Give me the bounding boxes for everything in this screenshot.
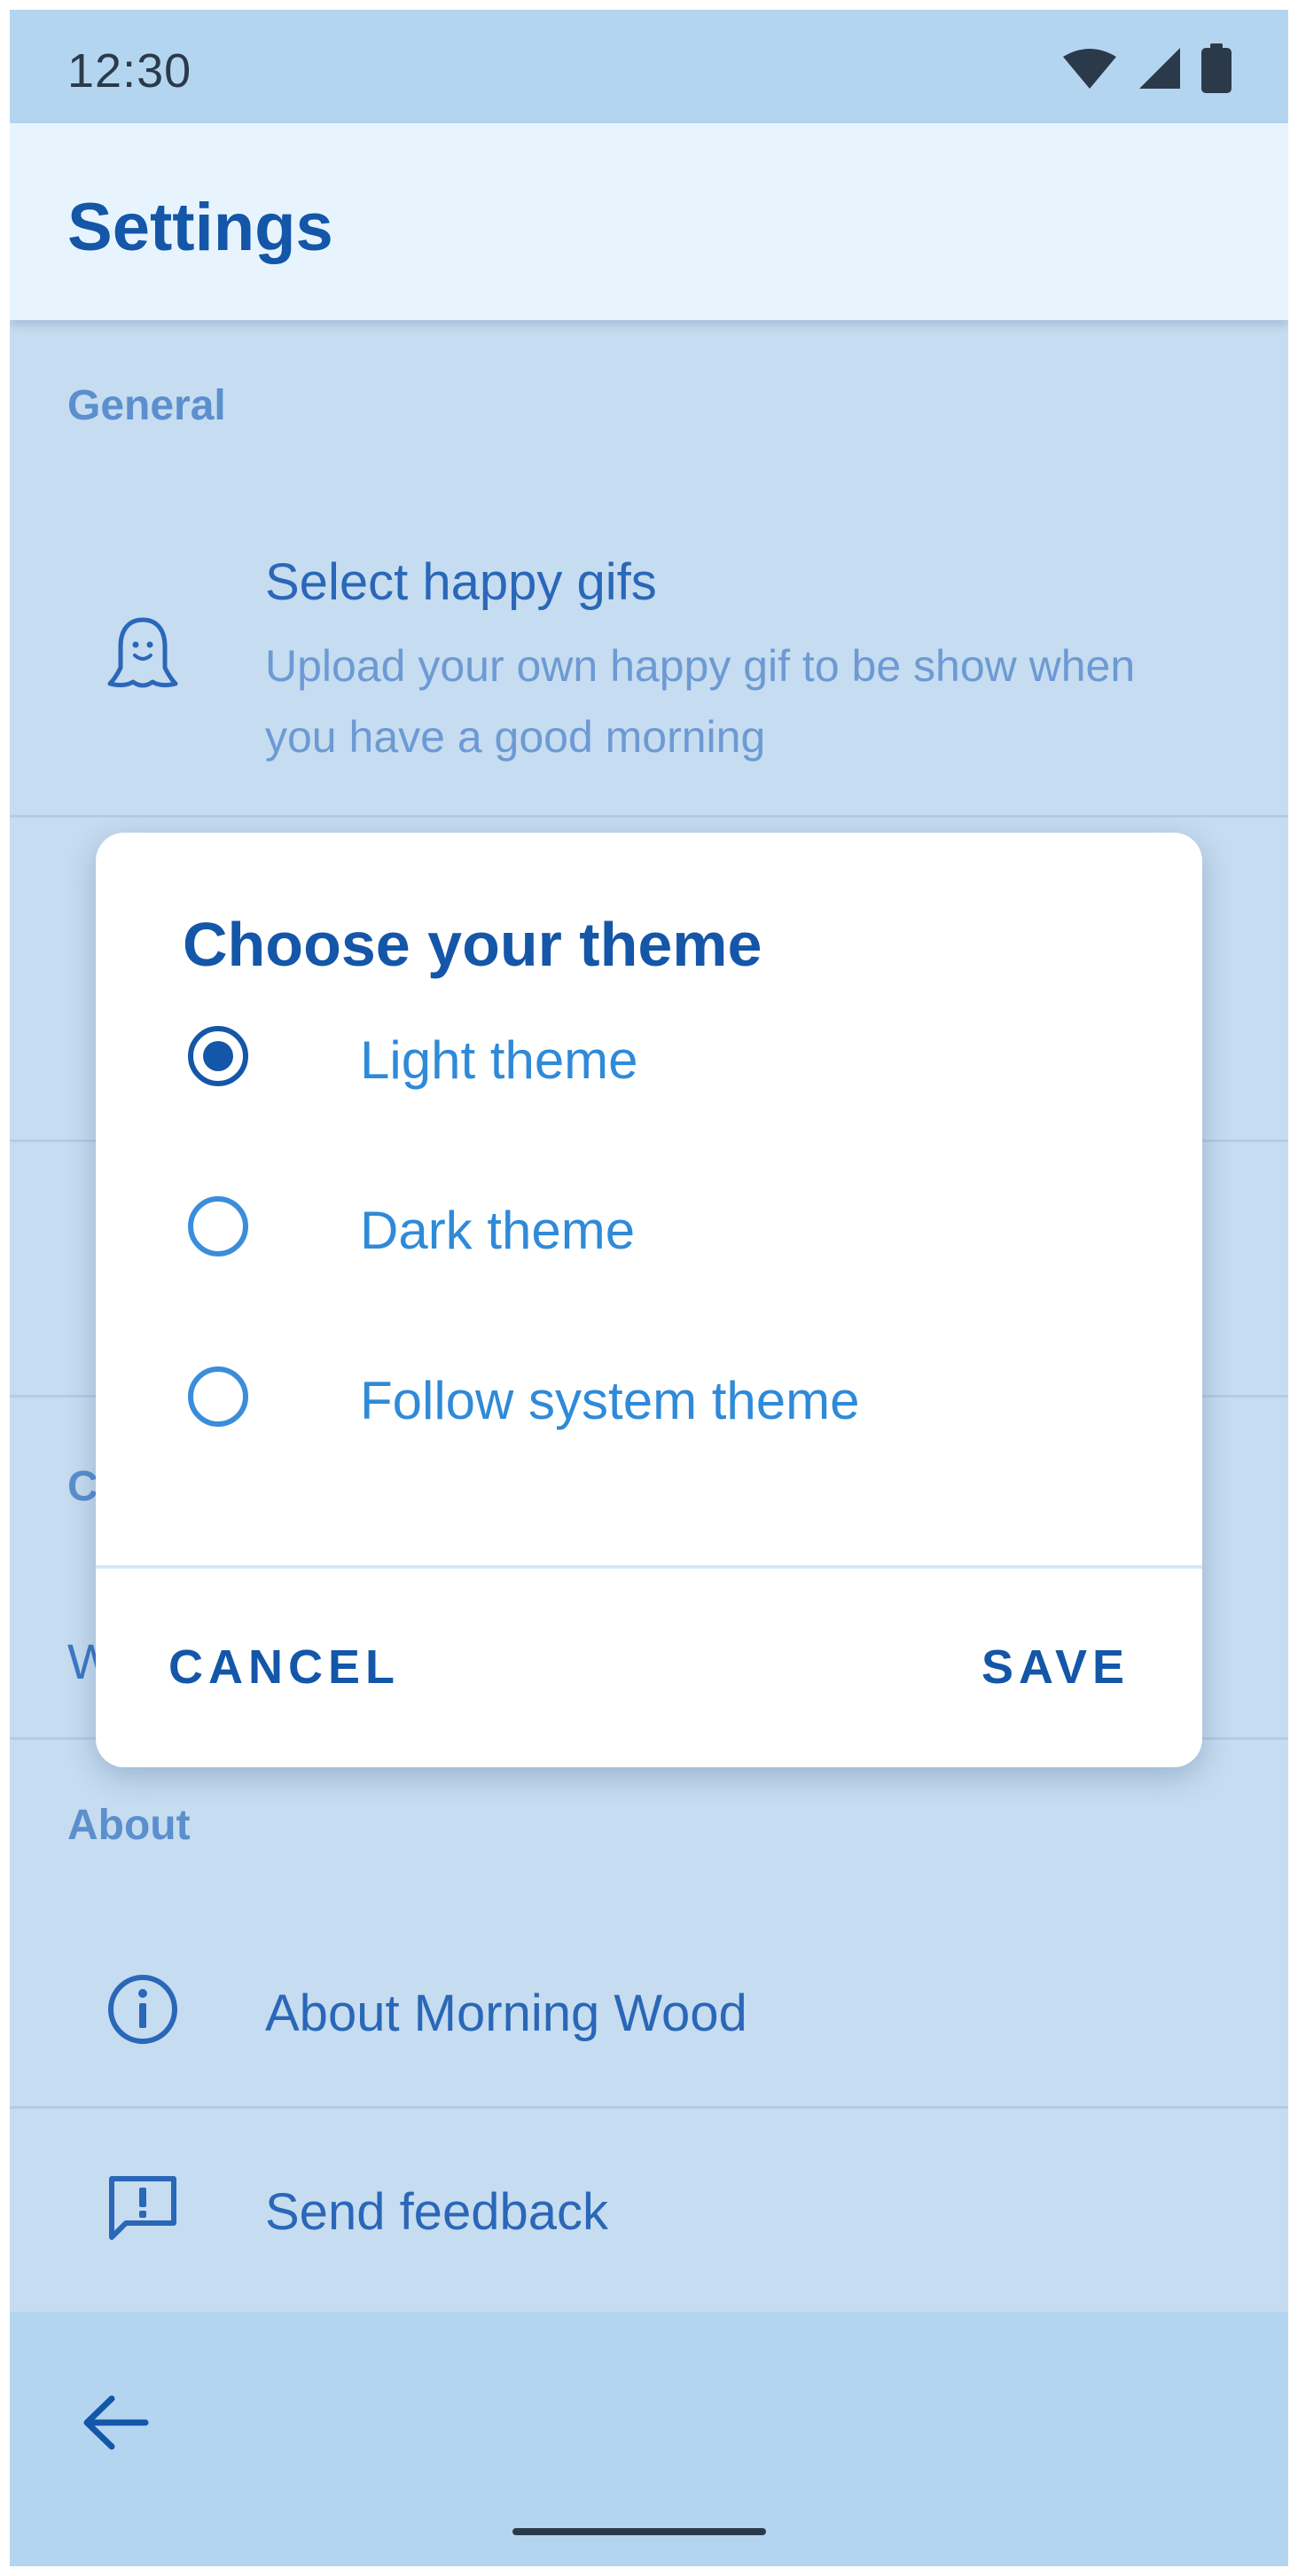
page-title: Settings	[67, 190, 333, 265]
save-button[interactable]: SAVE	[981, 1640, 1130, 1695]
signal-icon	[1139, 48, 1180, 89]
status-bar: 12:30	[10, 10, 1288, 123]
divider	[10, 815, 1288, 818]
radio-button-selected[interactable]	[188, 1026, 248, 1086]
theme-option-light[interactable]: Light theme	[96, 992, 1202, 1134]
dialog-divider	[96, 1565, 1202, 1569]
ghost-icon	[107, 617, 178, 688]
section-label-general: General	[67, 382, 226, 429]
radio-button[interactable]	[188, 1366, 248, 1427]
status-icons	[1061, 43, 1232, 93]
theme-option-dark[interactable]: Dark theme	[96, 1163, 1202, 1304]
section-label-partial: C	[67, 1463, 98, 1510]
section-label-about: About	[67, 1802, 191, 1849]
status-time: 12:30	[67, 44, 192, 98]
settings-item-title: Select happy gifs	[265, 553, 657, 611]
theme-option-label: Dark theme	[360, 1201, 636, 1260]
info-icon	[108, 1975, 177, 2044]
app-bar: Settings	[10, 123, 1288, 320]
settings-item-title: About Morning Wood	[265, 1985, 747, 2042]
theme-option-label: Light theme	[360, 1030, 638, 1090]
dialog-title: Choose your theme	[183, 910, 762, 979]
settings-item-title: Send feedback	[265, 2183, 608, 2241]
radio-button[interactable]	[188, 1196, 248, 1257]
cancel-button[interactable]: CANCEL	[168, 1640, 400, 1695]
theme-option-label: Follow system theme	[360, 1371, 860, 1430]
wifi-icon	[1063, 49, 1116, 89]
settings-screen: 12:30 Settings General Select happy gifs	[10, 10, 1288, 2566]
theme-option-system[interactable]: Follow system theme	[96, 1333, 1202, 1475]
settings-item-subtitle: Upload your own happy gif to be show whe…	[265, 641, 1136, 762]
arrow-back-icon[interactable]	[76, 2383, 156, 2462]
feedback-icon	[109, 2176, 176, 2240]
battery-icon	[1201, 43, 1232, 93]
divider	[10, 2106, 1288, 2109]
theme-dialog: Choose your theme Light theme Dark theme…	[96, 833, 1202, 1767]
home-indicator[interactable]	[512, 2528, 766, 2535]
